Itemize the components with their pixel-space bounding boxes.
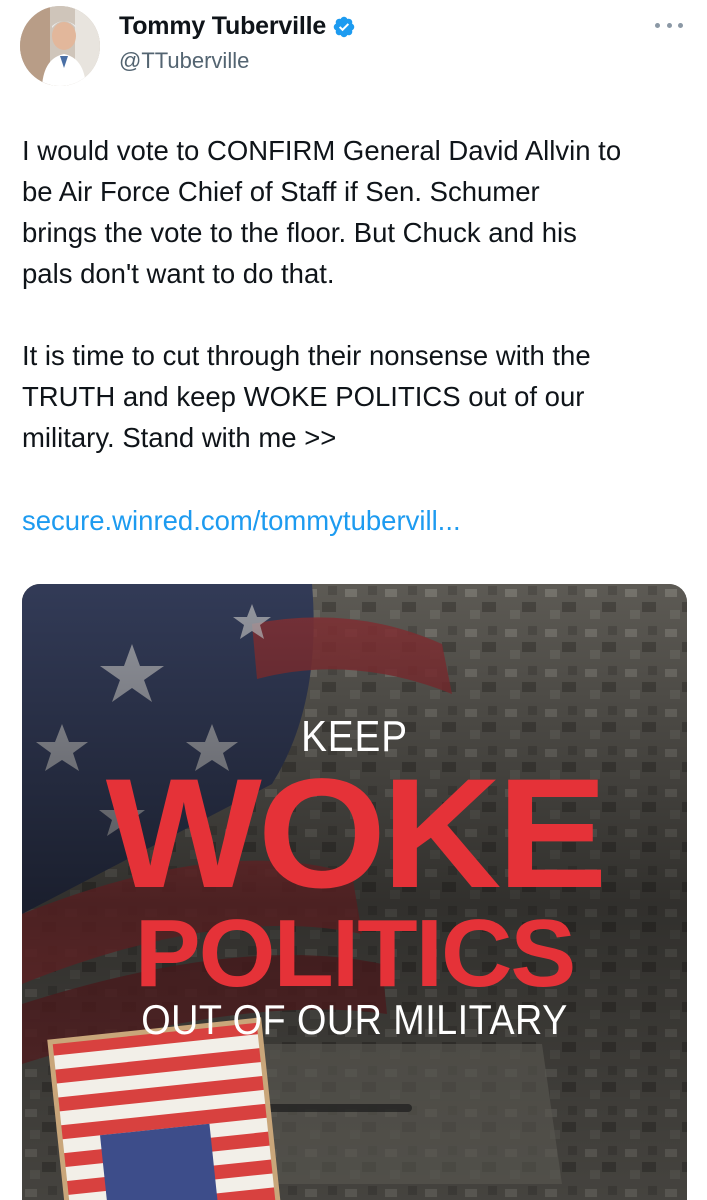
tweet-text: I would vote to CONFIRM General David Al… <box>22 135 622 453</box>
author-handle[interactable]: @TTuberville <box>119 48 249 74</box>
profile-photo <box>20 6 100 86</box>
media-headline-woke: WOKE <box>105 747 608 921</box>
author-name-row: Tommy Tuberville <box>119 12 356 41</box>
dot <box>678 22 683 28</box>
avatar[interactable] <box>20 6 100 86</box>
media-image[interactable]: KEEP WOKE POLITICS OUT OF OUR MILITARY <box>22 584 687 1200</box>
tweet: Tommy Tuberville @TTuberville I would vo… <box>0 0 707 1200</box>
dot <box>666 22 672 28</box>
more-options-icon[interactable] <box>655 18 683 32</box>
tweet-link[interactable]: secure.winred.com/tommytubervill... <box>22 505 461 537</box>
media-headline-out: OUT OF OUR MILITARY <box>141 996 568 1043</box>
media-headline-politics: POLITICS <box>134 900 577 1007</box>
dot <box>655 22 660 28</box>
verified-badge-icon <box>332 15 356 39</box>
display-name[interactable]: Tommy Tuberville <box>119 12 326 41</box>
